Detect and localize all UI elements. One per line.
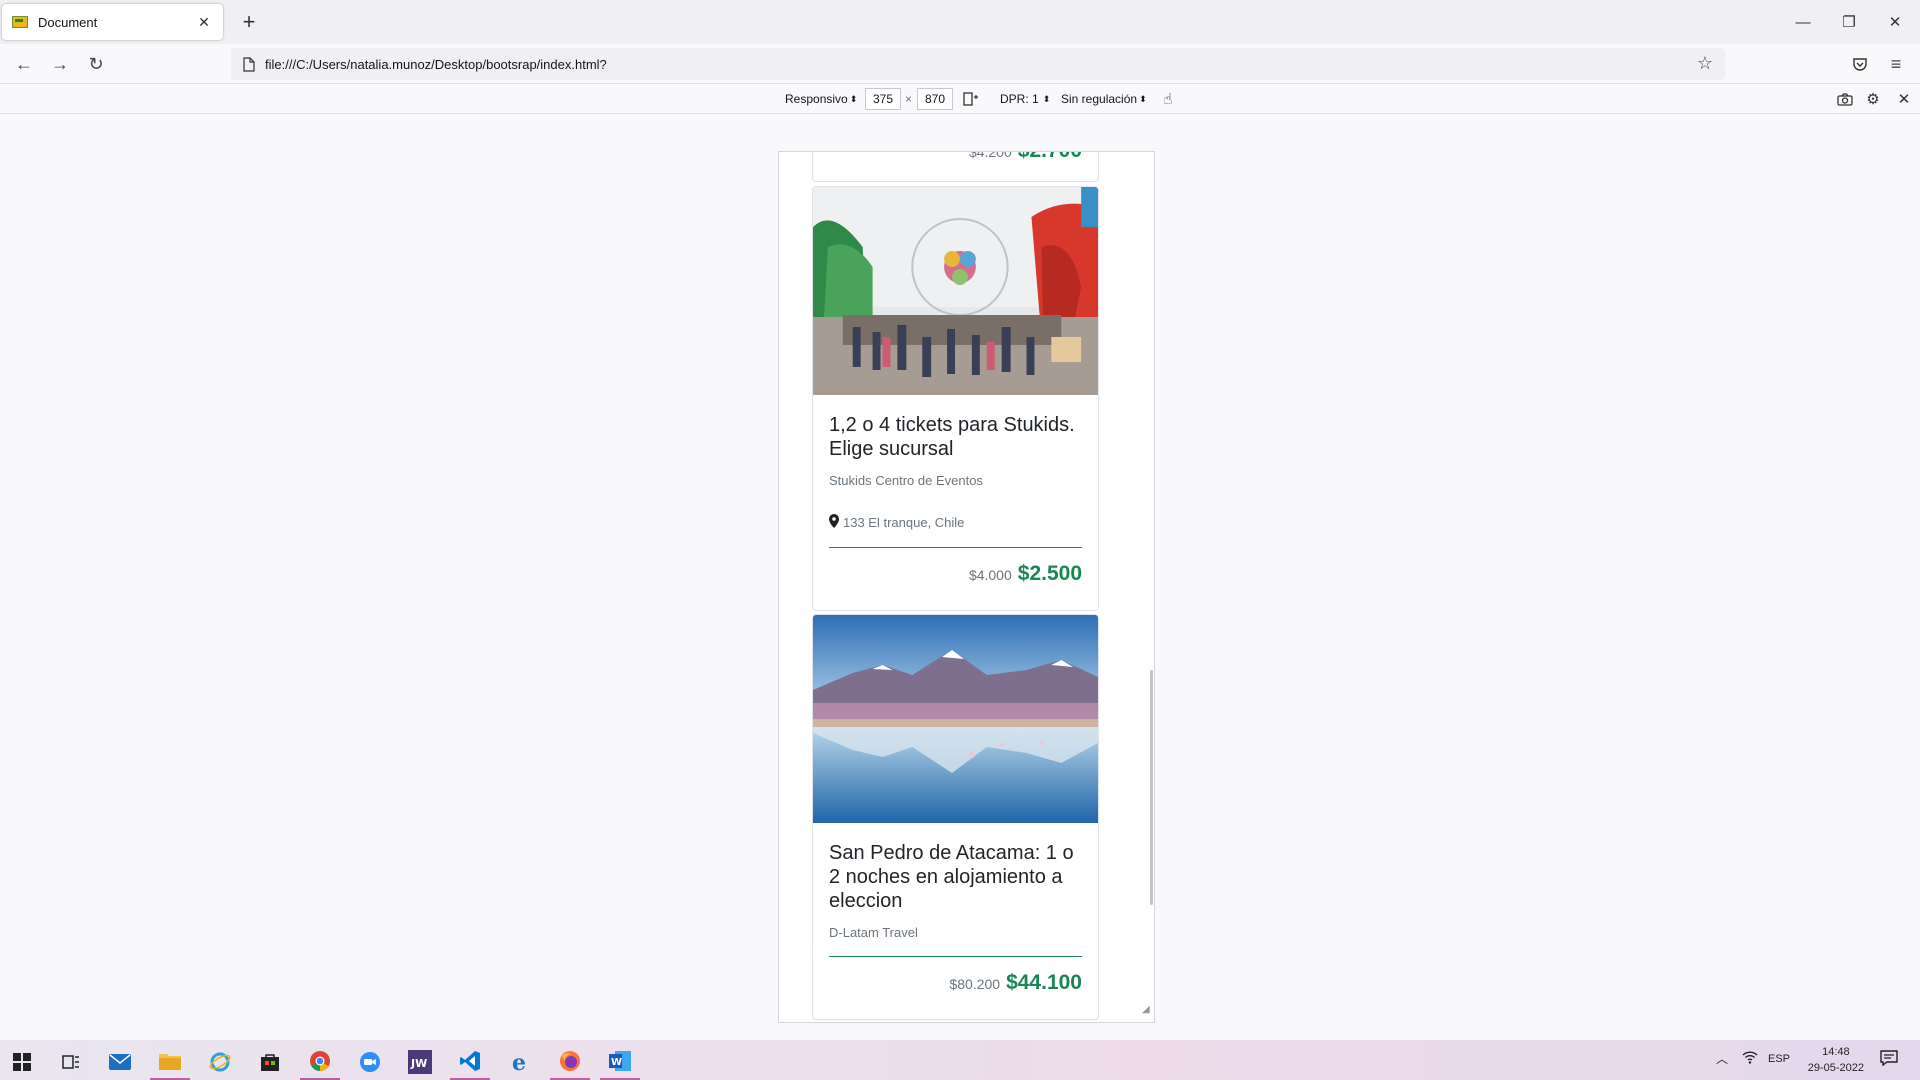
back-button[interactable]: ← — [10, 50, 38, 78]
windows-taskbar: JW e W ︿ ESP 14:48 29-05-2022 — [0, 1040, 1920, 1080]
close-window-button[interactable]: ✕ — [1872, 0, 1918, 44]
edge-icon[interactable]: e — [500, 1044, 540, 1080]
settings-gear-icon[interactable]: ⚙ — [1863, 89, 1883, 109]
dpr-label: DPR: 1 — [1000, 92, 1039, 106]
dpr-selector[interactable]: DPR: 1 ⬍ — [1000, 90, 1050, 108]
pocket-icon[interactable] — [1846, 50, 1874, 78]
forward-button[interactable]: → — [46, 50, 74, 78]
card-title[interactable]: 1,2 o 4 tickets para Stukids. Elige sucu… — [829, 413, 1082, 461]
viewport-area: $4.200 $2.700 — [0, 115, 1920, 1040]
file-explorer-icon[interactable] — [150, 1044, 190, 1080]
wifi-icon[interactable] — [1742, 1050, 1758, 1067]
close-rdm-icon[interactable]: ✕ — [1894, 89, 1914, 109]
responsive-design-toolbar: Responsivo ⬍ 375 × 870 DPR: 1 ⬍ Sin regu… — [0, 84, 1920, 114]
word-icon[interactable]: W — [600, 1044, 640, 1080]
touch-simulation-icon[interactable]: ☝ — [1158, 89, 1178, 109]
tab-strip: Document ✕ + — ❐ ✕ — [0, 0, 1920, 44]
show-hidden-icons[interactable]: ︿ — [1716, 1050, 1728, 1067]
price-new: $2.500 — [1017, 562, 1082, 585]
tab-title: Document — [38, 14, 98, 30]
device-viewport: $4.200 $2.700 — [778, 151, 1155, 1023]
url-text: file:///C:/Users/natalia.munoz/Desktop/b… — [265, 56, 607, 72]
throttle-selector[interactable]: Sin regulación ⬍ — [1061, 90, 1147, 108]
navigation-toolbar: ← → ↻ file:///C:/Users/natalia.munoz/Des… — [0, 44, 1920, 84]
firefox-icon[interactable] — [550, 1044, 590, 1080]
map-pin-icon — [829, 514, 839, 531]
device-selector-label: Responsivo — [785, 92, 848, 106]
jw-app-icon[interactable]: JW — [400, 1044, 440, 1080]
throttle-label: Sin regulación — [1061, 92, 1138, 106]
rotate-viewport-icon[interactable] — [961, 89, 981, 109]
minimize-button[interactable]: — — [1780, 0, 1826, 44]
page-favicon-icon — [12, 16, 28, 28]
svg-text:W: W — [611, 1057, 622, 1068]
price-old: $4.200 — [968, 151, 1012, 160]
system-clock[interactable]: 14:48 29-05-2022 — [1808, 1044, 1864, 1076]
page-icon — [243, 56, 255, 72]
svg-text:e: e — [512, 1051, 526, 1073]
atacama-landscape-image — [813, 615, 1098, 823]
card-location: 133 El tranque, Chile — [829, 514, 1082, 531]
new-tab-button[interactable]: + — [235, 8, 263, 36]
deal-card[interactable]: San Pedro de Atacama: 1 o 2 noches en al… — [812, 614, 1099, 1020]
viewport-width-input[interactable]: 375 — [865, 88, 901, 110]
card-body: 1,2 o 4 tickets para Stukids. Elige sucu… — [813, 395, 1098, 548]
partial-price-row: $4.200 $2.700 — [813, 151, 1098, 181]
vscode-icon[interactable] — [450, 1044, 490, 1080]
price-old: $4.000 — [968, 567, 1012, 583]
card-subtitle: D-Latam Travel — [829, 925, 918, 940]
clock-date: 29-05-2022 — [1807, 1062, 1864, 1074]
card-body: San Pedro de Atacama: 1 o 2 noches en al… — [813, 823, 1098, 957]
tab-document[interactable]: Document ✕ — [2, 4, 223, 40]
svg-text:JW: JW — [410, 1057, 427, 1070]
bookmark-star-icon[interactable]: ☆ — [1697, 53, 1713, 74]
start-windows-icon[interactable] — [2, 1044, 42, 1080]
notifications-icon[interactable] — [1880, 1050, 1898, 1069]
viewport-height-input[interactable]: 870 — [917, 88, 953, 110]
viewport-resize-handle[interactable]: ◢ — [1142, 1004, 1154, 1016]
restore-button[interactable]: ❐ — [1826, 0, 1872, 44]
mail-icon[interactable] — [100, 1044, 140, 1080]
updown-arrow-icon: ⬍ — [1042, 93, 1051, 104]
partial-card[interactable]: $4.200 $2.700 — [812, 151, 1099, 182]
price-new: $2.700 — [1018, 152, 1082, 163]
deal-card[interactable]: 1,2 o 4 tickets para Stukids. Elige sucu… — [812, 186, 1099, 611]
url-bar[interactable]: file:///C:/Users/natalia.munoz/Desktop/b… — [231, 48, 1725, 80]
card-title[interactable]: San Pedro de Atacama: 1 o 2 noches en al… — [829, 841, 1082, 913]
chrome-icon[interactable] — [300, 1044, 340, 1080]
updown-arrow-icon: ⬍ — [1139, 93, 1147, 104]
language-indicator[interactable]: ESP — [1768, 1053, 1790, 1065]
amusement-park-image — [813, 187, 1098, 395]
updown-arrow-icon: ⬍ — [849, 93, 858, 104]
menu-icon[interactable]: ≡ — [1882, 50, 1910, 78]
times-separator: × — [905, 92, 913, 106]
reload-button[interactable]: ↻ — [82, 50, 110, 78]
store-icon[interactable] — [250, 1044, 290, 1080]
screenshot-camera-icon[interactable] — [1835, 89, 1855, 109]
price-row: $4.000 $2.500 — [813, 548, 1098, 610]
location-text: 133 El tranque, Chile — [843, 515, 965, 530]
internet-explorer-icon[interactable] — [200, 1044, 240, 1080]
page-scrollbar[interactable] — [1150, 670, 1153, 905]
card-subtitle: Stukids Centro de Eventos — [829, 473, 983, 488]
task-view-icon[interactable] — [51, 1044, 91, 1080]
zoom-icon[interactable] — [350, 1044, 390, 1080]
clock-time: 14:48 — [1822, 1046, 1850, 1058]
close-tab-icon[interactable]: ✕ — [195, 14, 213, 31]
device-selector[interactable]: Responsivo ⬍ — [785, 90, 857, 108]
price-row: $80.200 $44.100 — [813, 957, 1098, 1019]
price-old: $80.200 — [949, 976, 1001, 992]
price-new: $44.100 — [1006, 971, 1082, 994]
